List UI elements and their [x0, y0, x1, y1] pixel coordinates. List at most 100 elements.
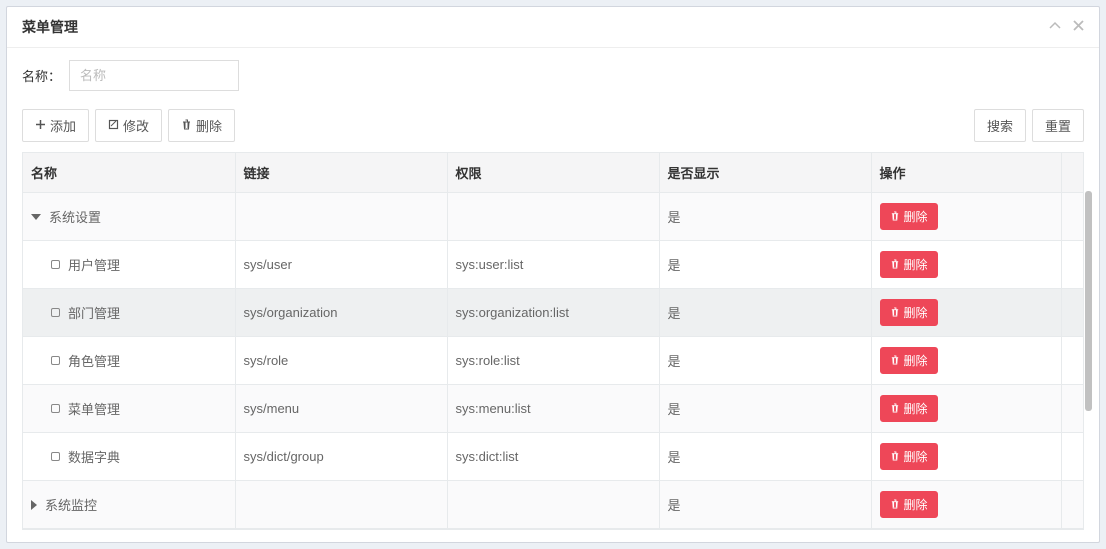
cell-show: 是 — [659, 289, 871, 337]
trash-icon — [890, 210, 900, 224]
add-button[interactable]: 添加 — [22, 109, 89, 142]
cell-spacer — [1062, 193, 1083, 241]
add-button-label: 添加 — [50, 116, 76, 135]
edit-icon — [108, 118, 119, 133]
col-link: 链接 — [235, 153, 447, 193]
filter-row: 名称： — [22, 60, 1084, 91]
row-delete-button[interactable]: 删除 — [880, 299, 938, 326]
col-action: 操作 — [871, 153, 1062, 193]
row-delete-button[interactable]: 删除 — [880, 395, 938, 422]
reset-button[interactable]: 重置 — [1032, 109, 1084, 142]
cell-name: 部门管理 — [23, 289, 235, 337]
col-show: 是否显示 — [659, 153, 871, 193]
row-name-text: 系统设置 — [49, 207, 101, 226]
cell-action: 删除 — [871, 385, 1062, 433]
leaf-icon — [51, 356, 60, 365]
cell-link: sys/role — [235, 337, 447, 385]
cell-perm: sys:dict:list — [447, 433, 659, 481]
trash-icon — [890, 258, 900, 272]
leaf-icon — [51, 308, 60, 317]
cell-link — [235, 193, 447, 241]
col-name: 名称 — [23, 153, 235, 193]
expander-icon[interactable] — [31, 214, 41, 220]
close-icon[interactable] — [1073, 20, 1084, 35]
leaf-icon — [51, 404, 60, 413]
row-delete-button[interactable]: 删除 — [880, 443, 938, 470]
row-name-text: 用户管理 — [68, 255, 120, 274]
scrollbar-thumb[interactable] — [1085, 191, 1092, 411]
cell-perm: sys:menu:list — [447, 385, 659, 433]
table-row[interactable]: 角色管理 sys/rolesys:role:list是 删除 — [23, 337, 1083, 385]
cell-show: 是 — [659, 337, 871, 385]
panel-body: 名称： 添加 修改 删除 搜索 重置 — [7, 48, 1099, 542]
table-row[interactable]: 系统设置 是 删除 — [23, 193, 1083, 241]
toolbar: 添加 修改 删除 搜索 重置 — [22, 109, 1084, 142]
leaf-icon — [51, 260, 60, 269]
table-row[interactable]: 部门管理sys/organizationsys:organization:lis… — [23, 289, 1083, 337]
tree-table: 名称 链接 权限 是否显示 操作 系统设置是 删除用户管理sys/usersys… — [23, 153, 1083, 529]
cell-link: sys/dict/group — [235, 433, 447, 481]
menu-panel: 菜单管理 名称： 添加 修改 — [6, 6, 1100, 543]
cell-show: 是 — [659, 193, 871, 241]
search-button[interactable]: 搜索 — [974, 109, 1026, 142]
table-row[interactable]: 用户管理 sys/usersys:user:list是 删除 — [23, 241, 1083, 289]
cell-name: 用户管理 — [23, 241, 235, 289]
row-name-text: 菜单管理 — [68, 399, 120, 418]
edit-button[interactable]: 修改 — [95, 109, 162, 142]
cell-link: sys/menu — [235, 385, 447, 433]
row-name-text: 数据字典 — [68, 447, 120, 466]
row-delete-label: 删除 — [904, 304, 928, 321]
cell-action: 删除 — [871, 289, 1062, 337]
trash-icon — [890, 402, 900, 416]
col-spacer — [1062, 153, 1083, 193]
cell-perm: sys:user:list — [447, 241, 659, 289]
cell-spacer — [1062, 289, 1083, 337]
edit-button-label: 修改 — [123, 116, 149, 135]
trash-icon — [890, 450, 900, 464]
cell-action: 删除 — [871, 337, 1062, 385]
cell-show: 是 — [659, 241, 871, 289]
trash-icon — [890, 354, 900, 368]
cell-spacer — [1062, 433, 1083, 481]
cell-name: 角色管理 — [23, 337, 235, 385]
row-delete-label: 删除 — [904, 352, 928, 369]
delete-button-label: 删除 — [196, 116, 222, 135]
plus-icon — [35, 118, 46, 133]
row-delete-button[interactable]: 删除 — [880, 347, 938, 374]
tree-table-wrap: 名称 链接 权限 是否显示 操作 系统设置是 删除用户管理sys/usersys… — [22, 152, 1084, 530]
row-delete-button[interactable]: 删除 — [880, 203, 938, 230]
cell-perm — [447, 193, 659, 241]
cell-spacer — [1062, 241, 1083, 289]
row-delete-label: 删除 — [904, 208, 928, 225]
row-delete-button[interactable]: 删除 — [880, 251, 938, 278]
cell-action: 删除 — [871, 433, 1062, 481]
cell-spacer — [1062, 337, 1083, 385]
cell-link: sys/user — [235, 241, 447, 289]
toolbar-left: 添加 修改 删除 — [22, 109, 235, 142]
cell-perm: sys:organization:list — [447, 289, 659, 337]
cell-name: 系统设置 — [23, 193, 235, 241]
row-delete-label: 删除 — [904, 448, 928, 465]
cell-show: 是 — [659, 433, 871, 481]
row-name-text: 角色管理 — [68, 351, 120, 370]
row-name-text: 部门管理 — [68, 303, 120, 322]
table-row[interactable]: 数据字典 sys/dict/groupsys:dict:list是 删除 — [23, 433, 1083, 481]
cell-name: 数据字典 — [23, 433, 235, 481]
trash-icon — [181, 118, 192, 133]
cell-spacer — [1062, 385, 1083, 433]
cell-action: 删除 — [871, 193, 1062, 241]
table-row[interactable]: 菜单管理sys/menusys:menu:list是 删除 — [23, 385, 1083, 433]
name-input[interactable] — [69, 60, 239, 91]
panel-header: 菜单管理 — [7, 7, 1099, 48]
panel-tools — [1049, 20, 1084, 35]
row-delete-label: 删除 — [904, 256, 928, 273]
delete-button[interactable]: 删除 — [168, 109, 235, 142]
cell-name: 菜单管理 — [23, 385, 235, 433]
cell-action: 删除 — [871, 241, 1062, 289]
toolbar-right: 搜索 重置 — [974, 109, 1084, 142]
col-perm: 权限 — [447, 153, 659, 193]
leaf-icon — [51, 452, 60, 461]
collapse-icon[interactable] — [1049, 20, 1061, 35]
cell-perm: sys:role:list — [447, 337, 659, 385]
trash-icon — [890, 306, 900, 320]
